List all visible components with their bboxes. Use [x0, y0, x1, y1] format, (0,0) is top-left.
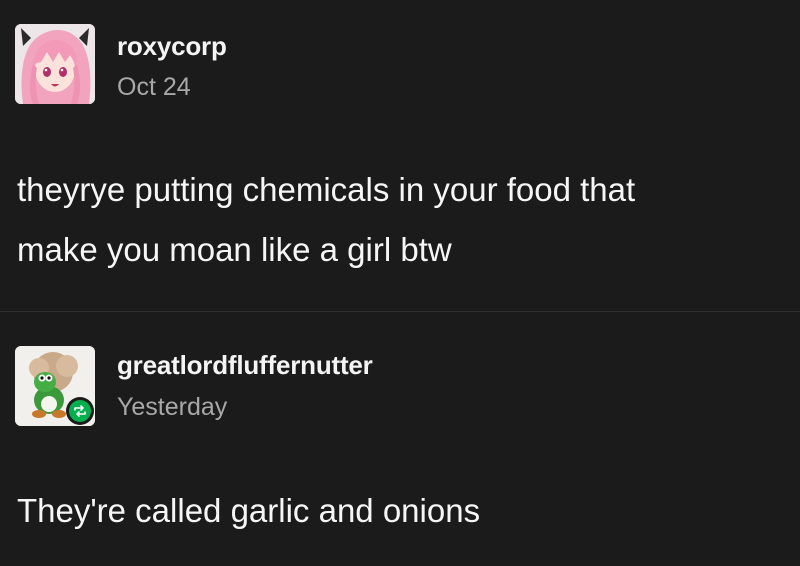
timestamp[interactable]: Oct 24 — [117, 73, 191, 102]
timestamp[interactable]: Yesterday — [117, 393, 227, 422]
anime-girl-avatar-icon — [15, 24, 95, 104]
username[interactable]: greatlordfluffernutter — [117, 350, 373, 381]
post-body: They're called garlic and onions — [17, 481, 787, 541]
post-body-line: theyrye putting chemicals in your food t… — [17, 171, 636, 208]
post-body-line: make you moan like a girl btw — [17, 231, 452, 268]
reblog-icon — [69, 400, 91, 422]
reblog-badge — [66, 397, 94, 425]
post-body-line: They're called garlic and onions — [17, 492, 481, 529]
username[interactable]: roxycorp — [117, 31, 227, 62]
post-body: theyrye putting chemicals in your food t… — [17, 160, 787, 280]
avatar-roxycorp[interactable] — [15, 24, 95, 104]
